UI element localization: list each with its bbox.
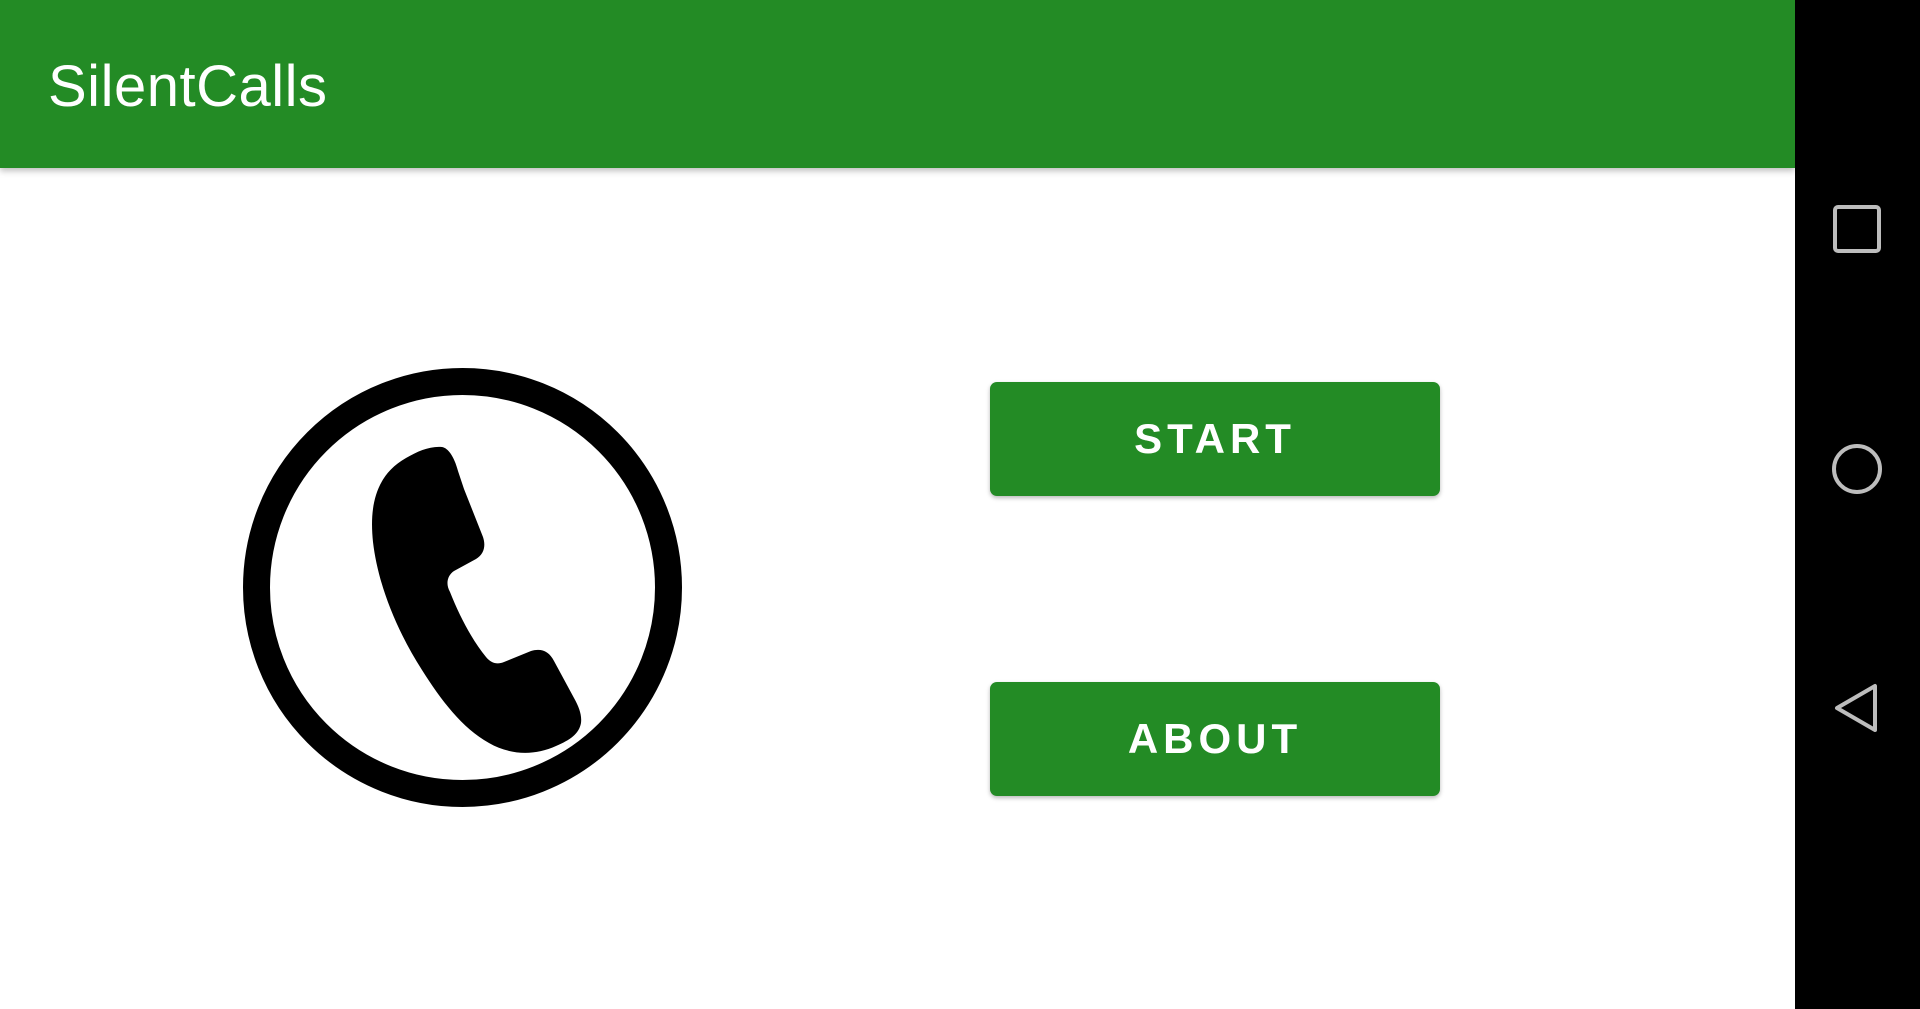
recents-button[interactable] [1822, 194, 1892, 264]
phone-icon [240, 365, 685, 810]
app-title: SilentCalls [48, 54, 328, 119]
app-bar: SilentCalls [0, 0, 1795, 168]
start-button[interactable]: START [990, 382, 1440, 496]
system-navigation-bar [1795, 0, 1920, 1009]
about-button[interactable]: ABOUT [990, 682, 1440, 796]
back-button[interactable] [1822, 673, 1892, 743]
triangle-back-icon [1835, 684, 1877, 732]
square-icon [1833, 205, 1881, 253]
circle-icon [1832, 444, 1882, 494]
app-area: SilentCalls START ABOUT [0, 0, 1795, 1009]
screen: SilentCalls START ABOUT [0, 0, 1920, 1009]
home-button[interactable] [1822, 434, 1892, 504]
